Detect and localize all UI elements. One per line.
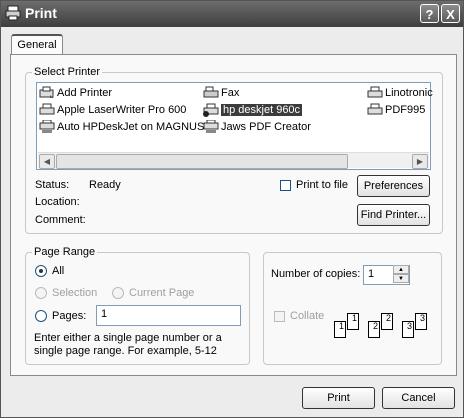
print-to-file-label[interactable]: Print to file: [296, 179, 348, 191]
current-page-radio[interactable]: [112, 287, 124, 299]
print-to-file-checkbox[interactable]: [280, 180, 291, 191]
collate-checkbox[interactable]: [274, 311, 285, 322]
printer-item-label: Jaws PDF Creator: [221, 121, 311, 133]
title-bar[interactable]: Print ? X: [1, 1, 463, 27]
pages-radio[interactable]: [35, 310, 47, 322]
printer-item-label: hp deskjet 960c: [221, 104, 303, 116]
selection-label[interactable]: Selection: [52, 287, 97, 299]
help-button[interactable]: ?: [420, 4, 439, 23]
collate-page: 1: [347, 313, 359, 330]
printer-icon: [367, 86, 383, 98]
print-button[interactable]: Print: [302, 387, 375, 409]
add-printer-icon: [39, 86, 54, 98]
select-printer-legend: Select Printer: [32, 66, 103, 78]
selection-radio[interactable]: [35, 287, 47, 299]
printer-icon: [5, 5, 21, 21]
scroll-thumb[interactable]: [56, 154, 348, 169]
collate-page: 2: [381, 313, 393, 330]
printer-item-label: Auto HPDeskJet on MAGNUS: [57, 121, 205, 133]
print-dialog: Print ? X General Select Printer Add Pri…: [0, 0, 464, 418]
printer-item-label: Linotronic: [385, 87, 433, 99]
printer-item-label: Apple LaserWriter Pro 600: [57, 104, 187, 116]
number-of-copies-label: Number of copies:: [271, 268, 361, 280]
scroll-left-icon[interactable]: ◀: [39, 154, 55, 169]
collate-page: 2: [368, 321, 380, 338]
cancel-button[interactable]: Cancel: [382, 387, 455, 409]
horizontal-scrollbar[interactable]: ◀ ▶: [38, 152, 429, 169]
printer-item-apple-laserwriter[interactable]: Apple LaserWriter Pro 600: [39, 103, 186, 117]
comment-label: Comment:: [35, 214, 86, 226]
printer-item-pdf995[interactable]: PDF995: [367, 103, 425, 117]
collate-label[interactable]: Collate: [290, 310, 324, 322]
collate-page: 3: [402, 321, 414, 338]
current-page-label[interactable]: Current Page: [129, 287, 194, 299]
printer-icon: [367, 103, 383, 115]
printer-list[interactable]: Add Printer Apple LaserWriter Pro 600 Au…: [36, 82, 433, 170]
location-label: Location:: [35, 196, 80, 208]
printer-item-add-printer[interactable]: Add Printer: [39, 86, 112, 100]
printer-icon: [39, 103, 55, 115]
network-printer-icon: [39, 120, 55, 133]
tab-general[interactable]: General: [11, 34, 63, 55]
preferences-button[interactable]: Preferences: [357, 175, 430, 197]
status-value: Ready: [89, 179, 121, 191]
copies-spinner[interactable]: ▲ ▼: [393, 265, 409, 285]
find-printer-button[interactable]: Find Printer...: [357, 204, 430, 226]
collate-page: 1: [334, 321, 346, 338]
status-label: Status:: [35, 179, 70, 191]
default-printer-icon: [203, 103, 219, 117]
printer-item-auto-hpdeskjet[interactable]: Auto HPDeskJet on MAGNUS: [39, 120, 204, 134]
close-button[interactable]: X: [441, 4, 460, 23]
window-title: Print: [25, 5, 57, 21]
page-range-legend: Page Range: [32, 246, 98, 258]
printer-item-label: Add Printer: [57, 87, 113, 99]
printer-item-fax[interactable]: Fax: [203, 86, 239, 100]
fax-icon: [203, 86, 219, 98]
spin-down-icon[interactable]: ▼: [393, 274, 409, 283]
spin-up-icon[interactable]: ▲: [393, 265, 409, 274]
collate-page: 3: [415, 313, 427, 330]
all-radio[interactable]: [35, 265, 47, 277]
scroll-right-icon[interactable]: ▶: [412, 154, 428, 169]
page-range-help-text: Enter either a single page number or a s…: [34, 332, 222, 357]
all-label[interactable]: All: [52, 265, 64, 277]
pages-input[interactable]: 1: [96, 305, 241, 326]
printer-item-label: PDF995: [385, 104, 426, 116]
pages-label[interactable]: Pages:: [52, 310, 86, 322]
printer-item-hp-deskjet-960c[interactable]: hp deskjet 960c: [203, 103, 303, 117]
printer-item-linotronic[interactable]: Linotronic: [367, 86, 433, 100]
network-printer-icon: [203, 120, 219, 133]
printer-item-label: Fax: [221, 87, 240, 99]
printer-item-jaws-pdf[interactable]: Jaws PDF Creator: [203, 120, 311, 134]
